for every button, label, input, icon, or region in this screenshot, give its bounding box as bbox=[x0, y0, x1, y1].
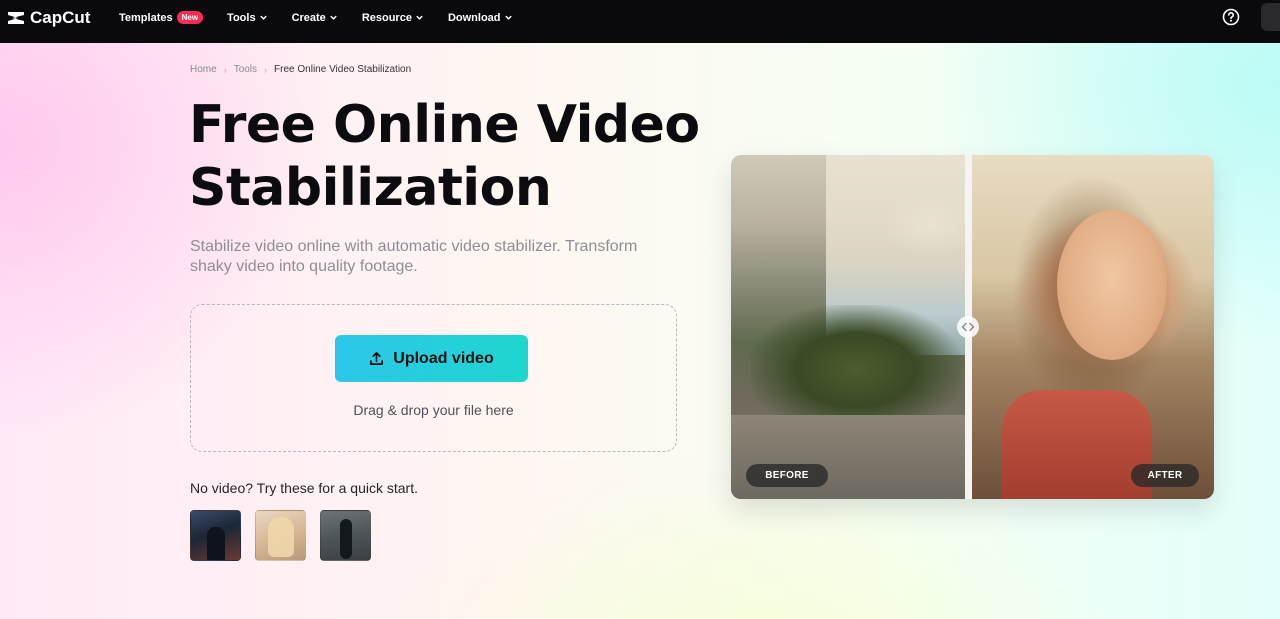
nav-item-templates[interactable]: Templates New bbox=[119, 8, 204, 28]
chevron-right-icon: › bbox=[264, 64, 268, 75]
chevron-down-icon bbox=[259, 15, 267, 20]
sign-in-button[interactable] bbox=[1261, 3, 1280, 31]
nav-item-label: Download bbox=[447, 11, 501, 24]
nav-item-tools[interactable]: Tools bbox=[227, 8, 268, 28]
breadcrumb: Home › Tools › Free Online Video Stabili… bbox=[190, 64, 411, 75]
nav-item-label: Resource bbox=[361, 11, 412, 24]
before-after-comparison: BEFORE AFTER bbox=[731, 155, 1214, 499]
after-label: AFTER bbox=[1131, 464, 1199, 487]
upload-button-label: Upload video bbox=[393, 349, 494, 367]
upload-icon bbox=[370, 352, 384, 365]
chevron-down-icon bbox=[416, 15, 423, 20]
before-label: BEFORE bbox=[746, 464, 828, 487]
after-image-face bbox=[1057, 210, 1167, 360]
after-image bbox=[972, 155, 1214, 499]
top-navigation: CapCut Templates New Tools Create Resour… bbox=[0, 0, 1280, 43]
page-title: Free Online Video Stabilization bbox=[189, 95, 700, 218]
before-image bbox=[731, 155, 968, 499]
left-right-arrows-icon bbox=[961, 322, 975, 332]
chevron-right-icon: › bbox=[223, 64, 227, 75]
sample-video-thumbnail[interactable] bbox=[190, 510, 241, 561]
nav-item-label: Create bbox=[291, 11, 326, 24]
capcut-logo[interactable]: CapCut bbox=[6, 8, 90, 28]
new-badge: New bbox=[176, 11, 204, 24]
after-image-clothing bbox=[1002, 390, 1152, 499]
nav-menu: Templates New Tools Create Resource Down… bbox=[119, 0, 537, 43]
nav-item-create[interactable]: Create bbox=[292, 8, 338, 28]
drag-drop-hint: Drag & drop your file here bbox=[353, 402, 514, 418]
nav-item-resource[interactable]: Resource bbox=[362, 8, 424, 28]
page-subtitle: Stabilize video online with automatic vi… bbox=[190, 238, 638, 275]
sample-video-thumbnail[interactable] bbox=[320, 510, 371, 561]
nav-item-label: Tools bbox=[227, 11, 256, 24]
comparison-slider-handle[interactable] bbox=[957, 316, 979, 338]
help-circle-icon[interactable] bbox=[1222, 8, 1240, 26]
breadcrumb-home[interactable]: Home bbox=[190, 64, 217, 75]
quick-start-label: No video? Try these for a quick start. bbox=[190, 480, 418, 496]
capcut-logo-icon bbox=[8, 12, 24, 24]
chevron-down-icon bbox=[504, 15, 512, 20]
nav-item-label: Templates bbox=[119, 11, 173, 24]
breadcrumb-tools[interactable]: Tools bbox=[234, 64, 257, 75]
nav-item-download[interactable]: Download bbox=[448, 8, 513, 28]
sample-video-thumbnail[interactable] bbox=[255, 510, 306, 561]
breadcrumb-current: Free Online Video Stabilization bbox=[274, 64, 412, 75]
upload-video-button[interactable]: Upload video bbox=[335, 335, 528, 382]
chevron-down-icon bbox=[330, 15, 337, 20]
brand-name: CapCut bbox=[30, 8, 91, 27]
